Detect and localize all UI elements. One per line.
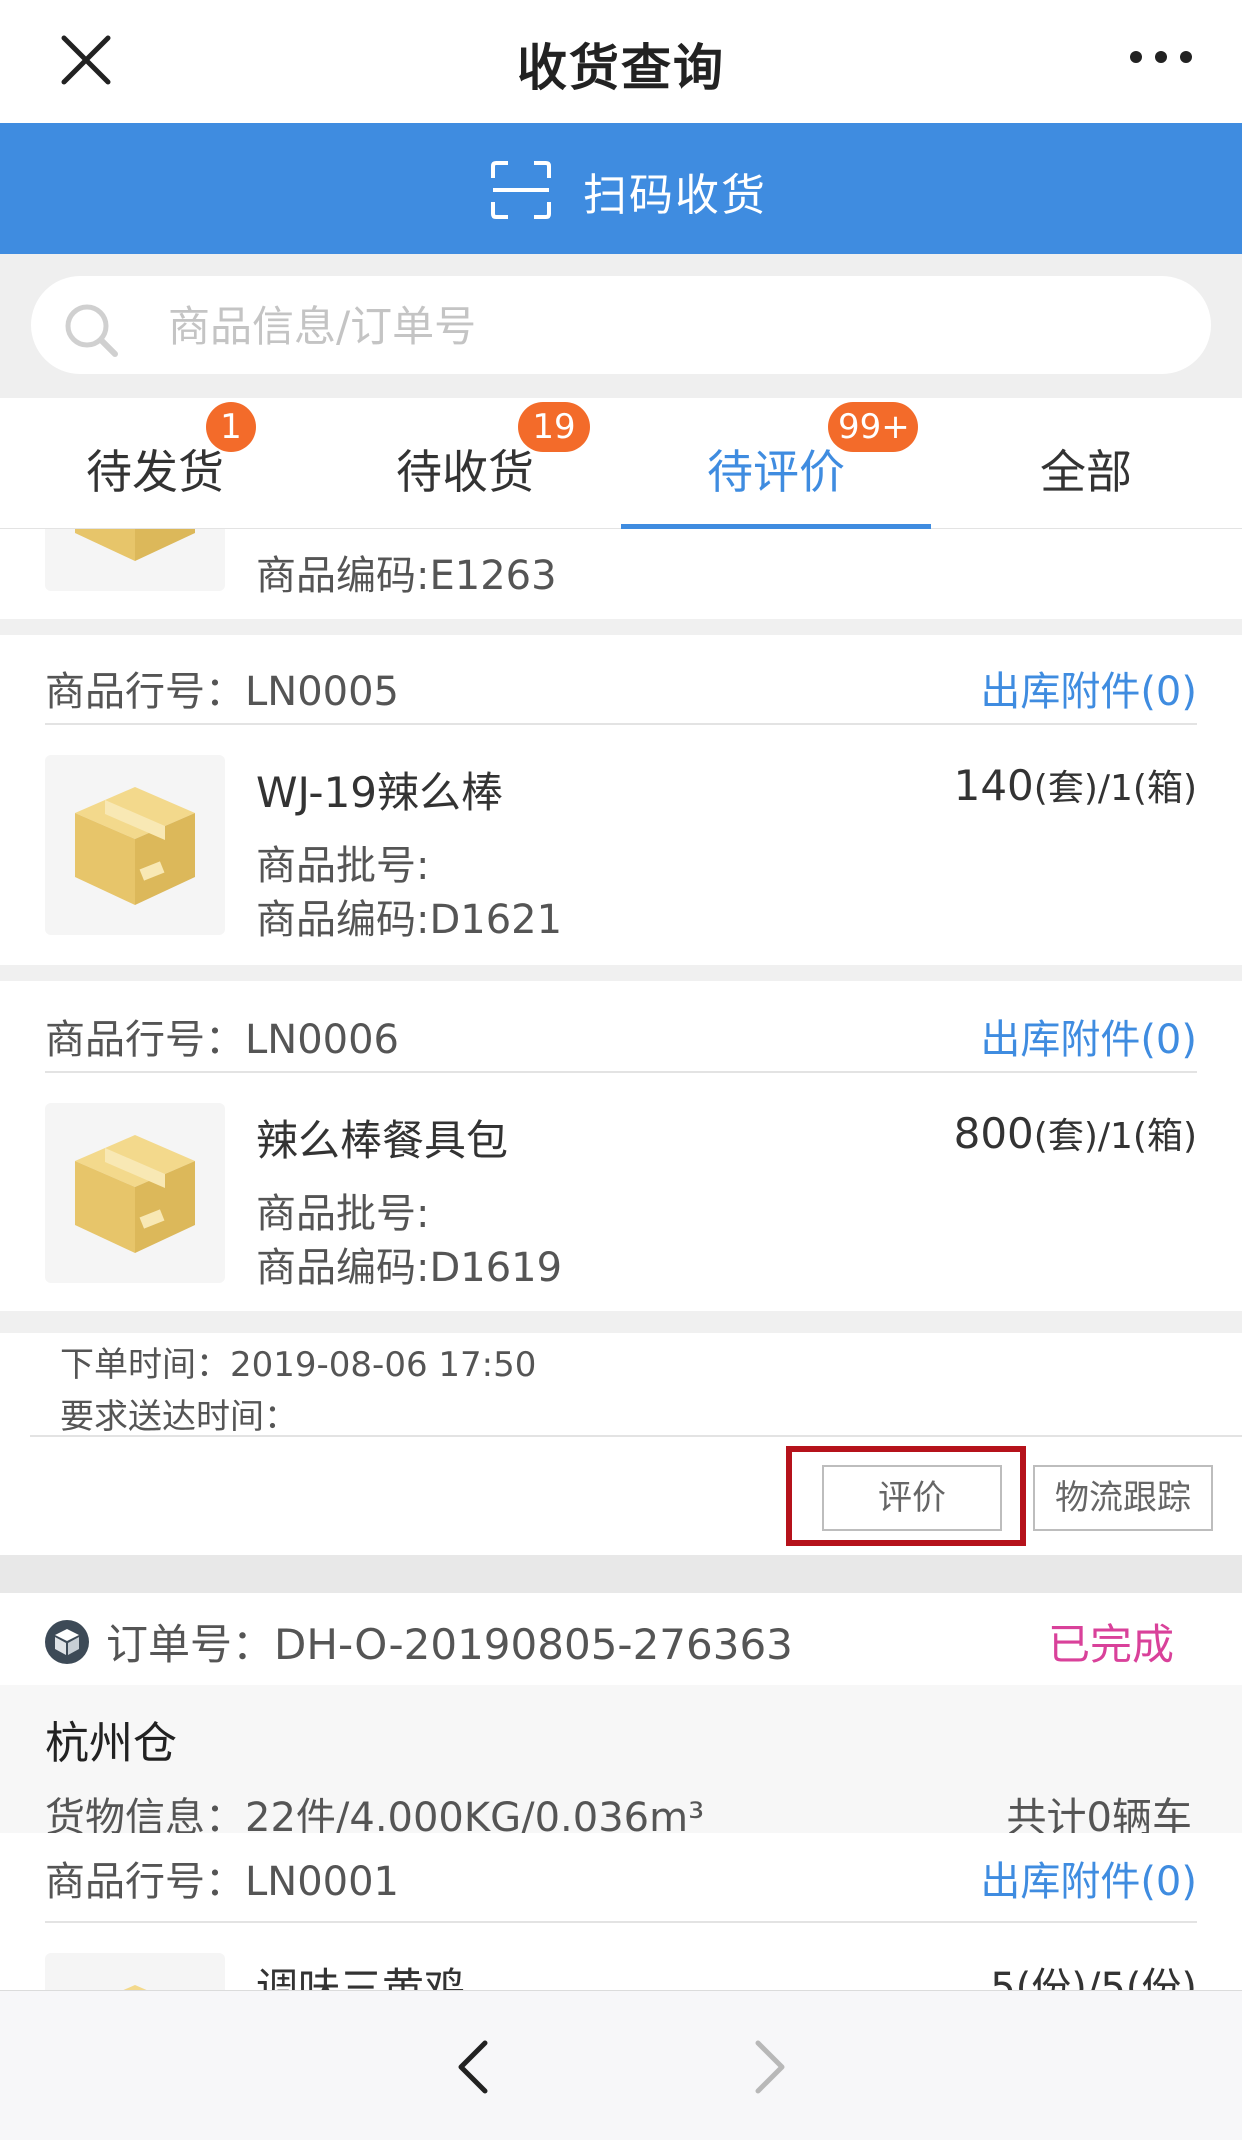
order-icon	[45, 1620, 89, 1664]
order-summary: 杭州仓 货物信息：22件/4.000KG/0.036m³ 共计0辆车	[0, 1685, 1242, 1841]
search-box[interactable]	[31, 276, 1211, 374]
line-number: LN0006	[245, 1017, 400, 1063]
order-label: 订单号：	[106, 1620, 275, 1669]
product-code: 商品编码:D1621	[256, 897, 563, 943]
divider	[30, 1435, 1242, 1437]
track-logistics-button[interactable]: 物流跟踪	[1033, 1465, 1213, 1531]
line-label: 商品行号：	[45, 1017, 245, 1063]
app-header: 收货查询	[0, 0, 1242, 123]
box-icon	[75, 1135, 195, 1253]
product-batch: 商品批号:	[256, 1191, 430, 1237]
separator	[0, 619, 1242, 635]
line-label-row: 商品行号：LN0005	[45, 659, 399, 717]
product-code: 商品编码:E1263	[256, 553, 557, 599]
box-icon	[75, 787, 195, 905]
product-name: 调味三黄鸡	[256, 1964, 467, 1990]
search-icon	[65, 304, 118, 357]
tab-pending-receive[interactable]: 待收货 19	[310, 398, 620, 528]
qty-unit: (套)/1(箱)	[1033, 1116, 1197, 1157]
required-delivery-time: 要求送达时间：	[60, 1397, 298, 1437]
order-footer: 下单时间：2019-08-06 17:50 要求送达时间： 评价 物流跟踪	[0, 1333, 1242, 1555]
product-name: WJ-19辣么棒	[256, 768, 504, 817]
line-number: LN0001	[245, 1859, 400, 1905]
product-thumbnail	[45, 1953, 225, 1990]
divider	[45, 1071, 1197, 1073]
line-number: LN0005	[245, 669, 400, 715]
product-quantity: 140(套)/1(箱)	[954, 759, 1197, 811]
count-badge: 19	[518, 402, 590, 452]
list-item-partial: 商品编码:E1263	[0, 529, 1242, 619]
product-quantity: 5(份)/5(份)	[990, 1965, 1197, 1990]
attachment-link[interactable]: 出库附件(0)	[980, 659, 1197, 717]
divider	[45, 1921, 1197, 1923]
scan-label: 扫码收货	[583, 170, 767, 221]
line-label-row: 商品行号：LN0006	[45, 1007, 399, 1065]
order-number: DH-O-20190805-276363	[274, 1620, 793, 1669]
box-icon	[75, 529, 195, 561]
attachment-link[interactable]: 出库附件(0)	[980, 1007, 1197, 1065]
product-thumbnail	[45, 529, 225, 591]
separator	[0, 1311, 1242, 1333]
list-item: 商品行号：LN0005 出库附件(0) WJ-19辣么棒 140(套)/1(箱)…	[0, 635, 1242, 965]
product-batch: 商品批号:	[256, 843, 430, 889]
line-label-row: 商品行号：LN0001	[45, 1849, 399, 1907]
tab-pending-ship[interactable]: 待发货 1	[0, 398, 310, 528]
status-badge: 已完成	[1048, 1620, 1175, 1669]
separator	[0, 965, 1242, 981]
count-badge: 1	[206, 402, 256, 452]
product-thumbnail	[45, 1103, 225, 1283]
divider	[45, 723, 1197, 725]
scan-receive-button[interactable]: 扫码收货	[0, 123, 1242, 254]
tab-bar: 待发货 1 待收货 19 待评价 99+ 全部	[0, 398, 1242, 529]
search-input[interactable]	[166, 296, 1070, 356]
box-icon	[123, 1985, 147, 1990]
browser-nav-bar	[0, 1990, 1242, 2140]
tab-pending-review[interactable]: 待评价 99+	[621, 398, 931, 529]
order-number-row: 订单号：DH-O-20190805-276363	[106, 1611, 793, 1672]
count-badge: 99+	[828, 402, 918, 452]
line-label: 商品行号：	[45, 1859, 245, 1905]
product-thumbnail	[45, 755, 225, 935]
tab-all[interactable]: 全部	[931, 398, 1241, 528]
rate-button[interactable]: 评价	[822, 1465, 1002, 1531]
line-label: 商品行号：	[45, 669, 245, 715]
order-header[interactable]: 订单号：DH-O-20190805-276363 已完成	[0, 1593, 1242, 1685]
forward-arrow-icon[interactable]	[752, 2039, 788, 2095]
page-title: 收货查询	[517, 39, 725, 97]
tab-label: 待发货	[86, 445, 224, 499]
tab-label: 全部	[1040, 445, 1132, 499]
product-name: 辣么棒餐具包	[256, 1116, 509, 1165]
back-arrow-icon[interactable]	[455, 2039, 491, 2095]
qty-unit: (套)/1(箱)	[1033, 768, 1197, 809]
list-item: 商品行号：LN0001 出库附件(0) 调味三黄鸡 5(份)/5(份)	[0, 1833, 1242, 1990]
order-time: 下单时间：2019-08-06 17:50	[60, 1345, 537, 1385]
attachment-link[interactable]: 出库附件(0)	[980, 1849, 1197, 1907]
scan-frame-icon	[491, 161, 551, 219]
product-quantity: 800(套)/1(箱)	[954, 1107, 1197, 1159]
qty-value: 800	[953, 1109, 1034, 1158]
order-separator	[0, 1555, 1242, 1593]
list-item: 商品行号：LN0006 出库附件(0) 辣么棒餐具包 800(套)/1(箱) 商…	[0, 981, 1242, 1311]
more-icon[interactable]	[1128, 44, 1194, 70]
qty-value: 140	[953, 761, 1034, 810]
product-code: 商品编码:D1619	[256, 1245, 563, 1291]
warehouse-name: 杭州仓	[45, 1718, 177, 1769]
search-area	[0, 254, 1242, 398]
